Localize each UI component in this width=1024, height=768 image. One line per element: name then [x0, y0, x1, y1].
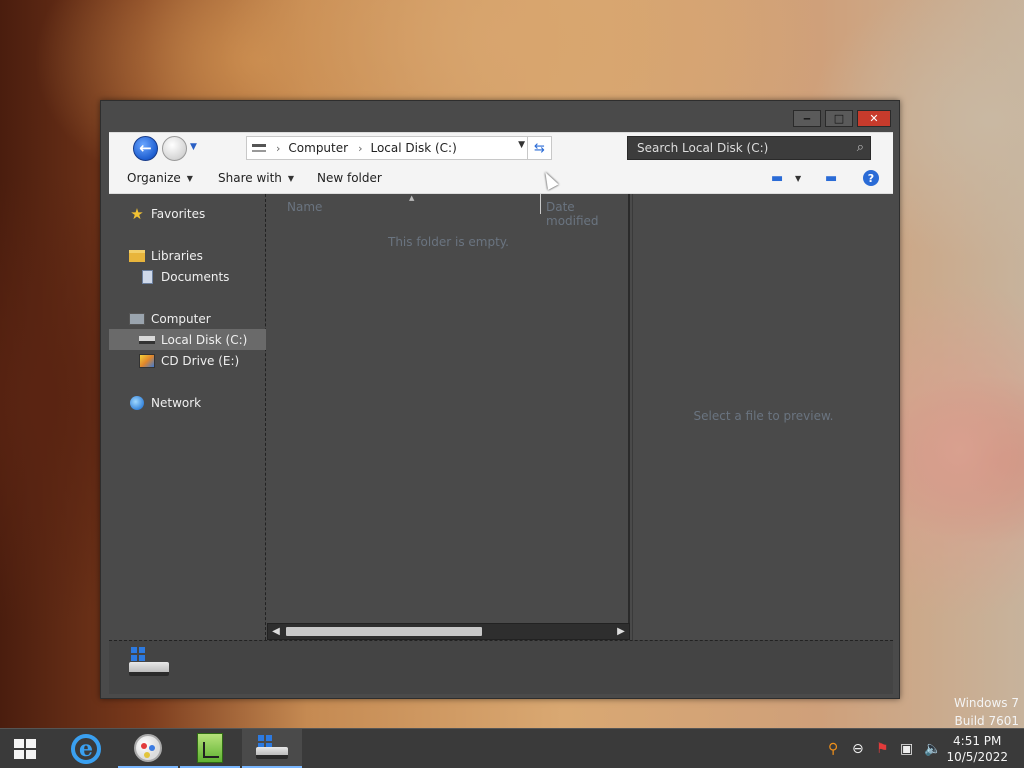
nav-item-label: Libraries	[151, 248, 203, 263]
nav-item-label: Computer	[151, 311, 211, 326]
taskbar-internet-explorer[interactable]: e	[56, 729, 116, 768]
clock-date: 10/5/2022	[946, 750, 1008, 764]
scroll-right-icon[interactable]: ▶	[613, 624, 629, 639]
ie-icon: e	[71, 734, 101, 764]
search-placeholder: Search Local Disk (C:)	[637, 141, 769, 155]
nav-item-computer[interactable]: Computer	[109, 308, 266, 329]
taskbar-windows-explorer[interactable]	[242, 729, 302, 768]
command-bar: Organize ▼ Share with ▼ New folder ▬ ▼ ▬…	[109, 164, 893, 194]
navigation-pane: ★ Favorites Libraries Documents Computer…	[109, 194, 266, 640]
start-button[interactable]	[14, 739, 38, 759]
nav-item-local-disk[interactable]: Local Disk (C:)	[109, 329, 266, 350]
taskbar-notepad[interactable]	[180, 729, 240, 768]
nav-item-documents[interactable]: Documents	[109, 266, 266, 287]
search-tray-icon[interactable]: ⚲	[828, 741, 838, 757]
nav-item-label: Documents	[161, 269, 230, 284]
horizontal-scrollbar[interactable]: ◀ ▶	[267, 623, 630, 640]
sort-ascending-icon: ▲	[409, 194, 415, 202]
breadcrumb-separator-icon[interactable]: ›	[276, 142, 280, 155]
windows-watermark: Windows 7 Build 7601	[954, 694, 1019, 730]
details-pane	[109, 640, 893, 694]
forward-button[interactable]	[162, 136, 187, 161]
cd-icon	[139, 353, 155, 368]
nav-item-cd-drive[interactable]: CD Drive (E:)	[109, 350, 266, 371]
explorer-window[interactable]: ‒ □ ✕ ← ▼ › Computer › Local Disk (C:) ▼…	[100, 100, 900, 699]
breadcrumb-computer[interactable]: Computer	[288, 141, 348, 155]
volume-icon[interactable]: 🔈	[924, 741, 941, 757]
network-tray-icon[interactable]: ▣	[900, 741, 913, 757]
scrollbar-thumb[interactable]	[286, 627, 482, 636]
view-options-dropdown-icon[interactable]: ▼	[795, 174, 801, 183]
help-icon[interactable]: ?	[863, 170, 879, 186]
search-input[interactable]: Search Local Disk (C:) ⌕	[627, 136, 871, 160]
address-dropdown-icon[interactable]: ▼	[518, 140, 525, 150]
scroll-left-icon[interactable]: ◀	[268, 624, 284, 639]
share-with-label: Share with	[218, 171, 282, 185]
arrow-left-icon: ←	[139, 139, 152, 157]
computer-icon	[252, 144, 266, 152]
organize-label: Organize	[127, 171, 181, 185]
network-icon	[129, 395, 145, 410]
preview-pane: Select a file to preview.	[632, 194, 893, 640]
share-with-button[interactable]: Share with ▼	[218, 171, 294, 185]
new-folder-button[interactable]: New folder	[317, 171, 382, 185]
nav-item-label: Network	[151, 395, 202, 410]
star-icon: ★	[130, 204, 144, 223]
nav-item-libraries[interactable]: Libraries	[109, 245, 266, 266]
column-divider[interactable]	[540, 194, 541, 214]
breadcrumb-local-disk[interactable]: Local Disk (C:)	[370, 141, 456, 155]
close-button[interactable]: ✕	[857, 110, 891, 127]
navigation-bar: ← ▼ › Computer › Local Disk (C:) ▼ ⇆ Sea…	[109, 132, 893, 164]
chevron-down-icon: ▼	[190, 142, 197, 152]
watermark-line1: Windows 7	[953, 696, 1019, 710]
taskbar: e ⚲ ⊖ ⚑ ▣ 🔈 4:51 PM 10/5/2022	[0, 728, 1024, 768]
paint-icon	[134, 733, 162, 762]
new-folder-label: New folder	[317, 171, 382, 185]
drive-icon	[129, 647, 169, 679]
back-button[interactable]: ←	[133, 136, 158, 161]
explorer-icon	[256, 734, 288, 761]
preview-message: Select a file to preview.	[693, 409, 834, 423]
computer-icon	[129, 312, 145, 326]
column-header-date-modified[interactable]: Date modified	[546, 200, 628, 228]
notepad-icon	[197, 732, 223, 763]
taskbar-paint[interactable]	[118, 729, 178, 768]
document-icon	[139, 269, 155, 284]
system-clock[interactable]: 4:51 PM 10/5/2022	[946, 733, 1008, 765]
nav-item-network[interactable]: Network	[109, 392, 266, 413]
chevron-down-icon: ▼	[186, 173, 193, 183]
minimize-button[interactable]: ‒	[793, 110, 821, 127]
organize-button[interactable]: Organize ▼	[127, 171, 193, 185]
address-bar[interactable]: › Computer › Local Disk (C:) ▼ ⇆	[246, 136, 552, 160]
column-header-name[interactable]: Name	[287, 200, 322, 214]
maximize-button[interactable]: □	[825, 110, 853, 127]
nav-item-favorites[interactable]: ★ Favorites	[109, 203, 266, 224]
empty-folder-message: This folder is empty.	[388, 235, 509, 249]
recent-pages-dropdown[interactable]: ▼	[190, 142, 197, 152]
windows-logo-icon	[14, 739, 24, 748]
search-icon[interactable]: ⌕	[857, 140, 864, 155]
nav-item-label: CD Drive (E:)	[161, 353, 240, 368]
change-view-icon[interactable]: ▬	[771, 171, 783, 186]
chevron-down-icon: ▼	[287, 173, 295, 183]
folder-icon	[129, 249, 145, 263]
disk-icon	[139, 333, 155, 347]
file-list-pane[interactable]: Name ▲ Date modified This folder is empt…	[267, 194, 630, 640]
action-center-flag-icon[interactable]: ⚑	[876, 741, 889, 757]
preview-pane-icon[interactable]: ▬	[825, 171, 837, 186]
refresh-icon: ⇆	[534, 140, 545, 156]
refresh-button[interactable]: ⇆	[527, 137, 551, 159]
nav-item-label: Favorites	[151, 206, 206, 221]
nav-item-label: Local Disk (C:)	[161, 332, 248, 347]
breadcrumb-separator-icon[interactable]: ›	[358, 142, 362, 155]
minus-circle-icon[interactable]: ⊖	[852, 741, 864, 757]
clock-time: 4:51 PM	[953, 734, 1002, 748]
window-controls: ‒ □ ✕	[793, 110, 891, 127]
